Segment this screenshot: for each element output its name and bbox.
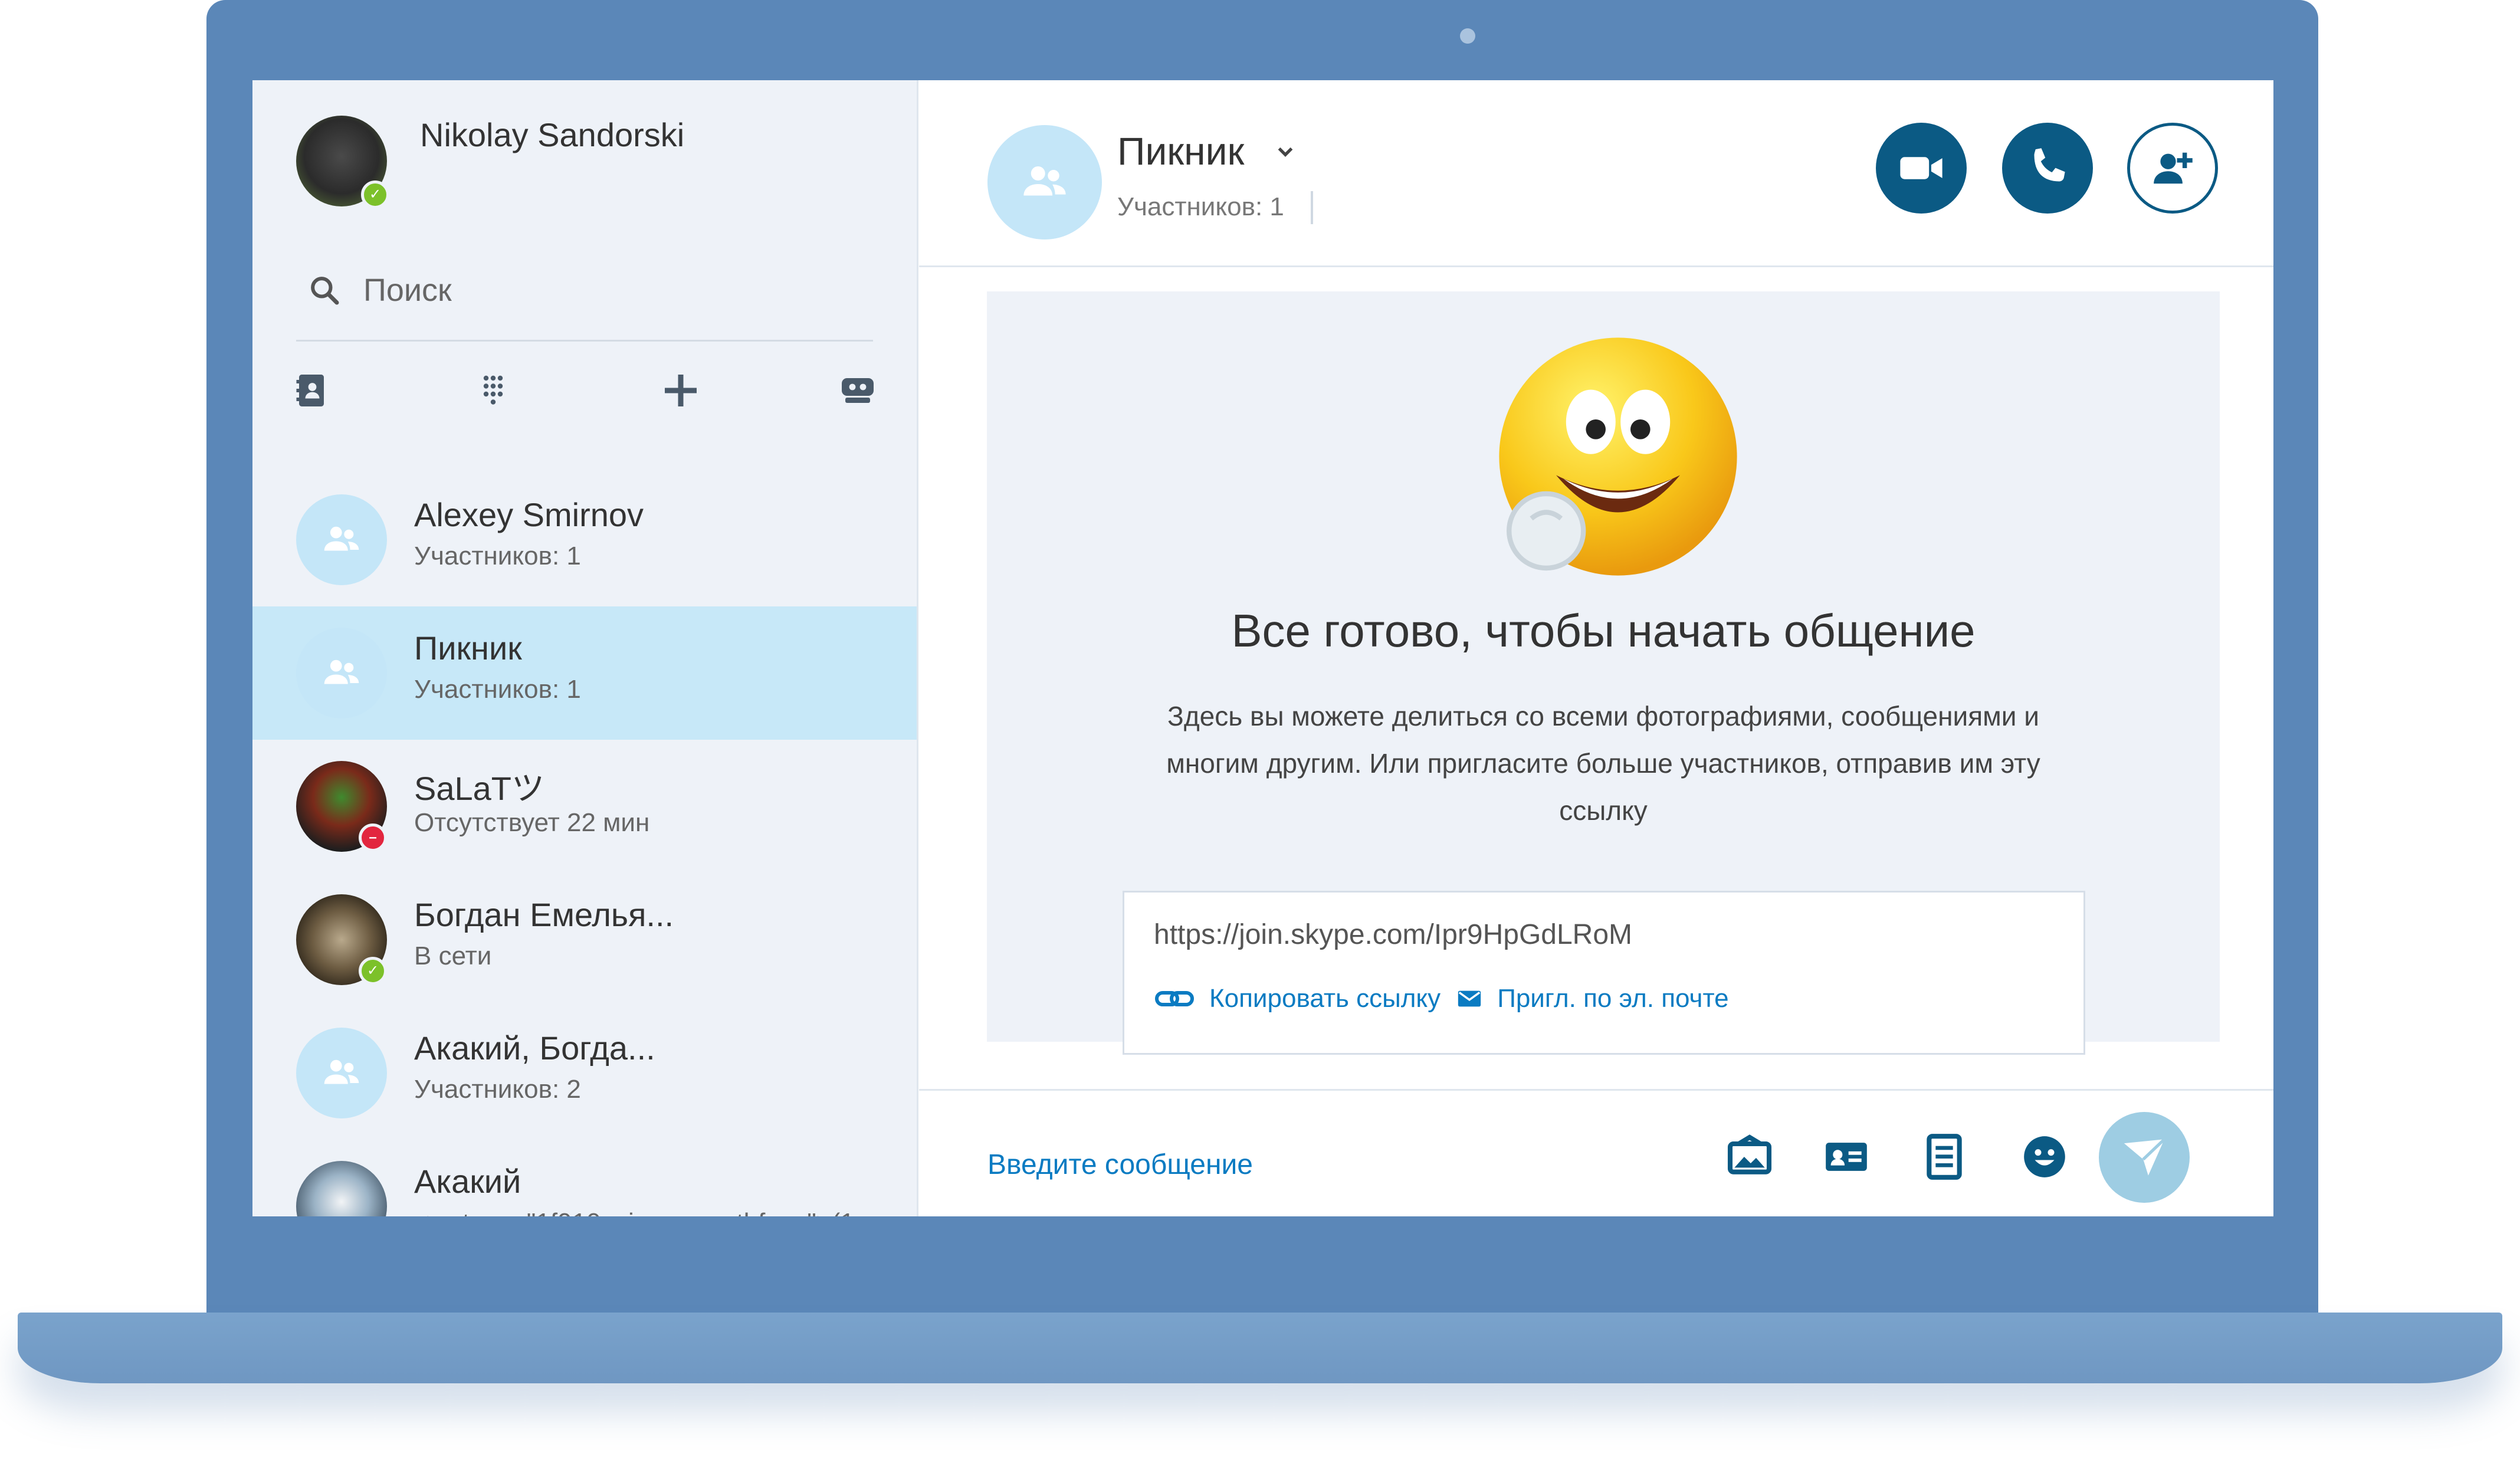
mail-icon: [1458, 990, 1481, 1007]
welcome-card: Все готово, чтобы начать общение Здесь в…: [987, 291, 2220, 1055]
chat-header: Пикник Участников: 1: [919, 80, 2273, 267]
send-button[interactable]: [2099, 1112, 2190, 1203]
conversation-item[interactable]: ✓ Акакий <ss type="1f910_zippermouthface…: [252, 1140, 917, 1216]
plus-icon[interactable]: [659, 369, 702, 412]
welcome-description: Здесь вы можете делиться со всеми фотогр…: [1166, 701, 2040, 826]
welcome-title: Все готово, чтобы начать общение: [1231, 605, 1976, 657]
link-actions: Копировать ссылку Пригл. по эл. почте: [1154, 981, 1729, 1016]
group-icon: [324, 1059, 359, 1084]
camera-dot: [1460, 28, 1475, 44]
profile-avatar[interactable]: ✓: [296, 116, 389, 209]
busy-status-icon: –: [359, 823, 387, 852]
conversation-item[interactable]: Alexey Smirnov Участников: 1: [252, 473, 917, 606]
video-camera-icon: [1900, 157, 1942, 179]
contact-avatar: –: [296, 761, 387, 852]
laptop-base: [18, 1313, 2502, 1383]
conversation-status: Участников: 1: [414, 675, 581, 704]
invite-link-box: https://join.skype.com/Ipr9HpGdLRoM Копи…: [1123, 891, 2085, 1055]
conversation-item-selected[interactable]: Пикник Участников: 1: [252, 606, 917, 740]
chat-title[interactable]: Пикник: [1117, 129, 1244, 173]
contact-card-button[interactable]: [1820, 1131, 1872, 1183]
phone-icon: [2034, 148, 2065, 182]
emoji-button[interactable]: [2019, 1131, 2071, 1183]
sidebar: ✓ Nikolay Sandorski Поиск Alexey Smirnov…: [252, 80, 918, 1216]
conversation-name: SaLaTツ: [414, 770, 544, 807]
conversation-status: Участников: 2: [414, 1075, 581, 1104]
conversation-name: Alexey Smirnov: [414, 496, 644, 533]
copy-link-button[interactable]: Копировать ссылку: [1154, 984, 1441, 1013]
invite-email-button[interactable]: Пригл. по эл. почте: [1456, 984, 1729, 1013]
online-status-icon: ✓: [359, 957, 387, 985]
conversation-status: Отсутствует 22 мин: [414, 808, 650, 837]
conversation-name: Акакий, Богда...: [414, 1029, 655, 1067]
group-avatar: [296, 1028, 387, 1118]
group-icon: [324, 660, 359, 684]
divider: [296, 340, 873, 342]
file-document-icon: [1927, 1134, 1962, 1180]
group-icon: [324, 526, 359, 551]
chat-group-avatar[interactable]: [987, 125, 1102, 239]
conversation-status: В сети: [414, 941, 492, 970]
link-icon: [1155, 991, 1194, 1006]
add-person-icon: [2154, 152, 2193, 184]
profile-name[interactable]: Nikolay Sandorski: [420, 116, 684, 154]
group-avatar: [296, 628, 387, 718]
bot-icon[interactable]: [836, 369, 879, 412]
copy-link-label: Копировать ссылку: [1209, 984, 1441, 1013]
smiley-emoticon: [1499, 337, 1737, 576]
emoji-icon: [2024, 1136, 2065, 1177]
conversation-name: Пикник: [414, 629, 522, 667]
add-participant-button[interactable]: [2127, 123, 2218, 214]
text-cursor: [1311, 191, 1313, 224]
conversation-status: <ss type="1f910_zippermouthface">(1...: [414, 1208, 876, 1216]
group-icon: [1023, 166, 1066, 196]
contact-avatar: ✓: [296, 1161, 387, 1216]
contacts-book-icon[interactable]: [290, 369, 333, 412]
conversation-name: Богдан Емелья...: [414, 896, 674, 933]
conversation-item[interactable]: – SaLaTツ Отсутствует 22 мин: [252, 740, 917, 873]
dialpad-icon[interactable]: [472, 369, 514, 412]
contact-card-icon: [1826, 1143, 1867, 1171]
file-share-button[interactable]: [1918, 1131, 1970, 1183]
media-gallery-button[interactable]: [1724, 1131, 1776, 1183]
contact-avatar: ✓: [296, 894, 387, 985]
conversation-item[interactable]: ✓ Богдан Емелья... В сети: [252, 873, 917, 1006]
video-call-button[interactable]: [1876, 123, 1967, 214]
send-icon: [2124, 1138, 2165, 1176]
invite-email-label: Пригл. по эл. почте: [1497, 984, 1729, 1013]
chevron-down-icon[interactable]: [1273, 139, 1298, 164]
participant-count: Участников: 1: [1117, 192, 1284, 221]
search-bar[interactable]: [308, 269, 862, 311]
conversation-name: Акакий: [414, 1163, 521, 1200]
audio-call-button[interactable]: [2002, 123, 2093, 214]
online-status-icon: ✓: [361, 181, 389, 209]
message-composer: [919, 1089, 2273, 1216]
app-window: ✓ Nikolay Sandorski Поиск Alexey Smirnov…: [252, 80, 2273, 1216]
search-input[interactable]: [362, 269, 836, 311]
search-icon: [311, 277, 339, 305]
conversation-status: Участников: 1: [414, 542, 581, 570]
conversation-item[interactable]: Акакий, Богда... Участников: 2: [252, 1006, 917, 1140]
message-input[interactable]: [986, 1140, 1520, 1189]
group-avatar: [296, 494, 387, 585]
invite-link-url[interactable]: https://join.skype.com/Ipr9HpGdLRoM: [1154, 918, 1632, 951]
media-gallery-icon: [1727, 1134, 1772, 1174]
